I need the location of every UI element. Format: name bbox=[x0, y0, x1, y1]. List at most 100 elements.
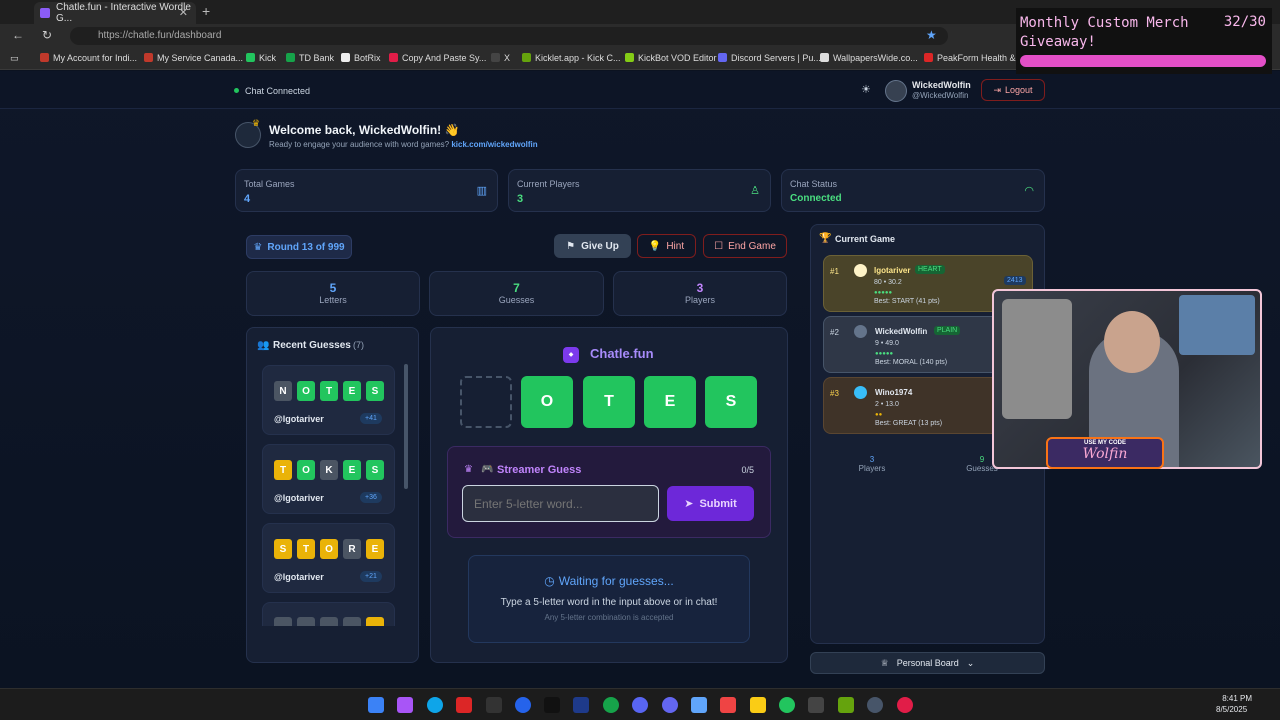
spotify-icon[interactable] bbox=[779, 697, 795, 713]
counter-letters: 5 Letters bbox=[246, 271, 420, 316]
bookmark[interactable]: Copy And Paste Sy... bbox=[389, 53, 486, 63]
app-icon[interactable] bbox=[867, 697, 883, 713]
star-icon[interactable]: ★ bbox=[926, 28, 937, 42]
bookmark[interactable]: My Account for Indi... bbox=[40, 53, 137, 63]
avatar bbox=[885, 80, 907, 102]
bookmark[interactable]: WallpapersWide.co... bbox=[820, 53, 918, 63]
back-icon[interactable]: ← bbox=[12, 28, 24, 42]
guess-letter: R bbox=[343, 539, 361, 559]
epic-icon[interactable] bbox=[486, 697, 502, 713]
welcome-subtitle: Ready to engage your audience with word … bbox=[269, 140, 538, 149]
guess-letter: T bbox=[274, 460, 292, 480]
theme-toggle-icon[interactable]: ☀ bbox=[861, 83, 871, 96]
minecraft-icon[interactable] bbox=[838, 697, 854, 713]
chat-status-indicator: Chat Connected bbox=[234, 86, 310, 96]
guess-letter: S bbox=[274, 539, 292, 559]
player-rank: #1 bbox=[830, 267, 839, 276]
end-game-button[interactable]: ☐ End Game bbox=[703, 234, 787, 258]
steam-icon[interactable] bbox=[573, 697, 589, 713]
word-input[interactable] bbox=[462, 485, 659, 522]
bookmark[interactable]: X bbox=[491, 53, 510, 63]
channel-link[interactable]: kick.com/wickedwolfin bbox=[451, 140, 537, 149]
guess-points: +36 bbox=[360, 492, 382, 503]
discord-icon[interactable] bbox=[632, 697, 648, 713]
board-tile: E bbox=[644, 376, 696, 428]
app-icon[interactable] bbox=[544, 697, 560, 713]
chatle-logo-icon: ◆ bbox=[563, 347, 579, 363]
app-top-bar: Chat Connected ☀ WickedWolfin @WickedWol… bbox=[0, 71, 1280, 109]
player-score: 2413 bbox=[1004, 276, 1026, 285]
trophy-icon: 🏆 bbox=[819, 233, 832, 244]
counter-value: 7 bbox=[513, 281, 520, 295]
player-stats: 2 • 13.0 bbox=[875, 401, 899, 408]
guess-user: @lgotariver bbox=[274, 493, 324, 503]
app-icon[interactable] bbox=[691, 697, 707, 713]
guess-letter: K bbox=[320, 460, 338, 480]
bookmark[interactable]: BotRix bbox=[341, 53, 381, 63]
start-icon[interactable] bbox=[368, 697, 384, 713]
clock-date[interactable]: 8/5/2025 bbox=[1216, 705, 1247, 714]
app-icon[interactable] bbox=[720, 697, 736, 713]
hint-button[interactable]: 💡 Hint bbox=[637, 234, 696, 258]
battlenet-icon[interactable] bbox=[515, 697, 531, 713]
edge-icon[interactable] bbox=[427, 697, 443, 713]
stat-label: Chat Status bbox=[790, 179, 838, 189]
url-field[interactable]: https://chatle.fun/dashboard bbox=[70, 27, 948, 45]
player-rank: #3 bbox=[830, 389, 839, 398]
give-up-button[interactable]: ⚑ Give Up bbox=[554, 234, 631, 258]
progress-dots: ●●●●● bbox=[875, 351, 894, 357]
board-tile: O bbox=[521, 376, 573, 428]
current-game-title: Current Game bbox=[835, 234, 896, 244]
xbox-icon[interactable] bbox=[603, 697, 619, 713]
vivaldi-icon[interactable] bbox=[456, 697, 472, 713]
list-item[interactable] bbox=[262, 602, 395, 626]
new-tab-button[interactable]: + bbox=[202, 3, 210, 19]
close-tab-icon[interactable]: ✕ bbox=[179, 6, 188, 19]
personal-board-button[interactable]: ♕ Personal Board ⌄ bbox=[810, 652, 1045, 674]
bookmark[interactable]: KickBot VOD Editor bbox=[625, 53, 717, 63]
bookmarks-menu-icon[interactable]: ▭ bbox=[10, 53, 19, 64]
bookmark[interactable]: Kick bbox=[246, 53, 276, 63]
logout-button[interactable]: ⇥ Logout bbox=[981, 79, 1045, 101]
guess-letter: N bbox=[274, 381, 292, 401]
stat-label: Current Players bbox=[517, 179, 580, 189]
browser-tab[interactable]: Chatle.fun - Interactive Wordle G... ✕ bbox=[34, 2, 196, 24]
stat-chat-status: Chat Status Connected ◠ bbox=[781, 169, 1045, 212]
giveaway-text: Monthly Custom Merch Giveaway! bbox=[1020, 15, 1189, 50]
scrollbar[interactable] bbox=[404, 364, 408, 489]
app-icon[interactable] bbox=[808, 697, 824, 713]
twitch-icon[interactable] bbox=[662, 697, 678, 713]
player-tag: PLAIN bbox=[934, 326, 961, 335]
stat-label: Total Games bbox=[244, 179, 295, 189]
bookmark[interactable]: TD Bank bbox=[286, 53, 334, 63]
guess-points: +41 bbox=[360, 413, 382, 424]
tab-title: Chatle.fun - Interactive Wordle G... bbox=[56, 2, 191, 24]
bookmark[interactable]: Kicklet.app - Kick C... bbox=[522, 53, 621, 63]
notes-icon[interactable] bbox=[750, 697, 766, 713]
lightbulb-icon: 💡 bbox=[648, 240, 662, 252]
player-rank: #2 bbox=[830, 328, 839, 337]
counter-label: Letters bbox=[319, 295, 347, 305]
player-tag: HEART bbox=[915, 265, 945, 274]
guess-user: @lgotariver bbox=[274, 572, 324, 582]
obs-icon[interactable] bbox=[897, 697, 913, 713]
bookmark[interactable]: My Service Canada... bbox=[144, 53, 243, 63]
bookmark[interactable]: Discord Servers | Pu... bbox=[718, 53, 821, 63]
giveaway-count: 32/30 bbox=[1223, 14, 1266, 30]
submit-button[interactable]: ➤ Submit bbox=[667, 486, 754, 521]
waiting-subtitle: Type a 5-letter word in the input above … bbox=[500, 597, 718, 608]
counter-label: Players bbox=[684, 295, 715, 305]
clock-time[interactable]: 8:41 PM bbox=[1222, 694, 1252, 703]
stat-value: 3 bbox=[517, 193, 524, 205]
counter-label: Guesses bbox=[498, 295, 535, 305]
counter-value: 3 bbox=[696, 281, 704, 295]
guess-letter: O bbox=[297, 460, 315, 480]
list-item[interactable]: N O T E S @lgotariver +41 bbox=[262, 365, 395, 435]
bookmark[interactable]: PeakForm Health &... bbox=[924, 53, 1023, 63]
list-item[interactable]: T O K E S @lgotariver +36 bbox=[262, 444, 395, 514]
users-icon: 👥 bbox=[257, 340, 270, 351]
reload-icon[interactable]: ↻ bbox=[42, 28, 52, 42]
copilot-icon[interactable] bbox=[397, 697, 413, 713]
list-item[interactable]: S T O R E @lgotariver +21 bbox=[262, 523, 395, 593]
guess-letter: S bbox=[366, 381, 384, 401]
